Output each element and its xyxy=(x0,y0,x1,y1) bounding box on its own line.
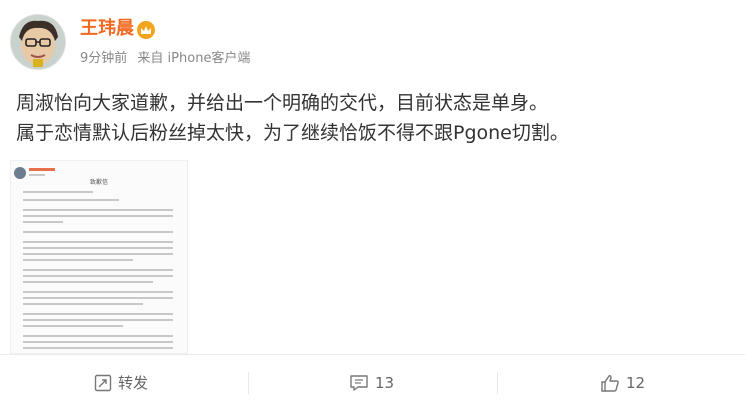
comment-button[interactable]: 13 xyxy=(349,355,394,410)
comment-icon xyxy=(350,374,368,391)
repost-button[interactable]: 转发 xyxy=(94,355,148,410)
divider xyxy=(248,372,249,394)
comment-count: 13 xyxy=(375,373,395,392)
crown-icon xyxy=(137,21,155,39)
like-button[interactable]: 12 xyxy=(600,355,645,410)
document-title: 致歉信 xyxy=(90,178,108,186)
post-content: 周淑怡向大家道歉，并给出一个明确的交代，目前状态是单身。 属于恋情默认后粉丝掉太… xyxy=(16,88,736,148)
document-thumbnail: 致歉信 xyxy=(11,161,187,353)
post-time[interactable]: 9分钟前 xyxy=(80,51,127,66)
author-name[interactable]: 王玮晨 xyxy=(80,18,134,40)
avatar-image xyxy=(11,15,65,69)
repost-icon xyxy=(94,374,112,391)
repost-label: 转发 xyxy=(118,374,149,392)
attached-image[interactable]: 致歉信 xyxy=(10,160,188,354)
post-text-line: 周淑怡向大家道歉，并给出一个明确的交代，目前状态是单身。 xyxy=(16,92,549,114)
avatar[interactable] xyxy=(10,14,66,70)
post-meta: 9分钟前 来自 iPhone客户端 xyxy=(80,50,256,68)
like-count: 12 xyxy=(626,373,646,392)
post-text-line: 属于恋情默认后粉丝掉太快，为了继续恰饭不得不跟Pgone切割。 xyxy=(16,122,569,144)
divider xyxy=(497,372,498,394)
action-bar: 转发 13 12 xyxy=(0,354,745,410)
post-header: 王玮晨 9分钟前 来自 iPhone客户端 xyxy=(0,0,745,80)
thumbs-up-icon xyxy=(601,374,619,392)
post-source: 来自 iPhone客户端 xyxy=(137,51,251,66)
